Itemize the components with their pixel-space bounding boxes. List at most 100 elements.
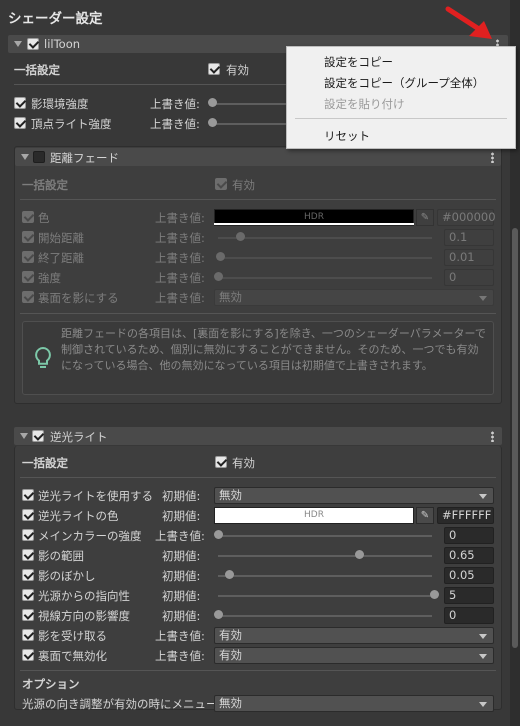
slider-knob[interactable] bbox=[355, 550, 364, 559]
slider-track[interactable] bbox=[218, 595, 432, 597]
df-hex-field[interactable]: #000000 bbox=[437, 209, 496, 226]
slider-track[interactable] bbox=[218, 575, 432, 577]
override-label: 上書き値: bbox=[155, 649, 205, 663]
backlight-global-checkbox[interactable] bbox=[215, 456, 227, 468]
df-end-field[interactable]: 0.01 bbox=[444, 249, 494, 266]
row-checkbox[interactable] bbox=[22, 211, 34, 223]
global-enable-checkbox[interactable] bbox=[208, 63, 220, 75]
scrollbar-thumb[interactable] bbox=[512, 228, 518, 648]
slider-track[interactable] bbox=[218, 257, 432, 259]
backlight-checkbox[interactable] bbox=[32, 430, 44, 442]
default-label: 初期値: bbox=[162, 549, 201, 563]
slider-track[interactable] bbox=[218, 277, 432, 279]
bl-directivity-field[interactable]: 5 bbox=[444, 587, 494, 604]
window-title: シェーダー設定 bbox=[8, 11, 103, 27]
df-strength-label: 強度 bbox=[38, 271, 61, 285]
slider-knob[interactable] bbox=[430, 590, 439, 599]
divider bbox=[20, 477, 496, 478]
bl-use-dropdown[interactable]: 無効 bbox=[214, 487, 494, 504]
slider-knob[interactable] bbox=[214, 272, 223, 281]
slider-knob[interactable] bbox=[236, 232, 245, 241]
info-text: 距離フェードの各項目は、[裏面を影にする]を除き、一つのシェーダーパラメーターで… bbox=[61, 327, 486, 372]
menu-item-copy[interactable]: 設定をコピー bbox=[324, 54, 393, 70]
override-label: 上書き値: bbox=[155, 251, 205, 265]
bl-main-strength-label: メインカラーの強度 bbox=[38, 529, 142, 543]
row-checkbox[interactable] bbox=[22, 629, 34, 641]
collapse-triangle-icon[interactable] bbox=[14, 41, 22, 47]
bl-blur-field[interactable]: 0.05 bbox=[444, 567, 494, 584]
slider-track[interactable] bbox=[218, 535, 432, 537]
override-label: 上書き値: bbox=[150, 97, 200, 111]
bl-receive-shadow-dropdown[interactable]: 有効 bbox=[214, 627, 494, 644]
default-label: 初期値: bbox=[162, 569, 201, 583]
collapse-triangle-icon[interactable] bbox=[20, 433, 28, 439]
override-label: 上書き値: bbox=[155, 271, 205, 285]
slider-track[interactable] bbox=[218, 555, 432, 557]
row-checkbox[interactable] bbox=[14, 97, 26, 109]
row-checkbox[interactable] bbox=[22, 271, 34, 283]
bl-view-strength-field[interactable]: 0 bbox=[444, 607, 494, 624]
menu-divider bbox=[295, 118, 507, 119]
slider-knob[interactable] bbox=[208, 98, 217, 107]
row-checkbox[interactable] bbox=[22, 589, 34, 601]
backlight-global-enable: 有効 bbox=[232, 456, 255, 470]
kebab-menu-icon[interactable] bbox=[491, 431, 494, 442]
bl-option-dropdown[interactable]: 無効 bbox=[214, 695, 494, 712]
collapse-triangle-icon[interactable] bbox=[21, 154, 29, 160]
row-checkbox[interactable] bbox=[22, 609, 34, 621]
alpha-bar bbox=[214, 223, 414, 225]
slider-track[interactable] bbox=[218, 615, 432, 617]
slider-track[interactable] bbox=[218, 237, 432, 239]
df-backface-label: 裏面を影にする bbox=[38, 291, 119, 305]
df-strength-field[interactable]: 0 bbox=[444, 269, 494, 286]
menu-item-copy-group[interactable]: 設定をコピー（グループ全体） bbox=[324, 75, 484, 91]
row-checkbox[interactable] bbox=[22, 251, 34, 263]
row-checkbox[interactable] bbox=[22, 649, 34, 661]
bl-use-label: 逆光ライトを使用する bbox=[38, 489, 153, 503]
bl-color-swatch[interactable]: HDR bbox=[214, 507, 414, 524]
df-start-field[interactable]: 0.1 bbox=[444, 229, 494, 246]
row-checkbox[interactable] bbox=[22, 509, 34, 521]
backlight-title: 逆光ライト bbox=[50, 430, 108, 444]
lightbulb-icon bbox=[35, 346, 51, 368]
shadow-env-strength-label: 影環境強度 bbox=[31, 97, 89, 111]
distance-fade-checkbox[interactable] bbox=[33, 151, 45, 163]
divider bbox=[20, 670, 496, 671]
menu-item-paste: 設定を貼り付け bbox=[324, 97, 405, 111]
slider-knob[interactable] bbox=[214, 530, 223, 539]
df-backface-dropdown[interactable]: 無効 bbox=[214, 289, 494, 306]
distance-fade-global-checkbox[interactable] bbox=[215, 178, 227, 190]
df-color-label: 色 bbox=[38, 211, 50, 225]
global-enable-label: 有効 bbox=[226, 63, 249, 77]
slider-track[interactable] bbox=[212, 123, 292, 125]
distance-fade-global-label: 一括設定 bbox=[22, 178, 68, 192]
context-menu: 設定をコピー 設定をコピー（グループ全体） 設定を貼り付け リセット bbox=[286, 46, 516, 149]
eyedropper-icon[interactable]: ✎ bbox=[416, 507, 434, 524]
bl-receive-shadow-label: 影を受け取る bbox=[38, 629, 107, 643]
slider-knob[interactable] bbox=[208, 118, 217, 127]
eyedropper-icon[interactable]: ✎ bbox=[416, 209, 434, 226]
slider-knob[interactable] bbox=[216, 252, 225, 261]
slider-knob[interactable] bbox=[214, 610, 223, 619]
slider-knob[interactable] bbox=[225, 570, 234, 579]
override-label: 上書き値: bbox=[155, 211, 205, 225]
slider-track[interactable] bbox=[212, 103, 292, 105]
row-checkbox[interactable] bbox=[22, 549, 34, 561]
row-checkbox[interactable] bbox=[22, 569, 34, 581]
row-checkbox[interactable] bbox=[14, 117, 26, 129]
bl-hex-field[interactable]: #FFFFFF bbox=[437, 507, 494, 524]
menu-item-reset[interactable]: リセット bbox=[324, 128, 370, 144]
divider bbox=[20, 199, 496, 200]
row-checkbox[interactable] bbox=[22, 529, 34, 541]
liltoon-enable-checkbox[interactable] bbox=[27, 38, 39, 50]
bl-blur-label: 影のぼかし bbox=[38, 569, 96, 583]
row-checkbox[interactable] bbox=[22, 231, 34, 243]
bl-backface-dropdown[interactable]: 有効 bbox=[214, 647, 494, 664]
bl-option-label: 光源の向き調整が有効の時にメニューを追 bbox=[22, 697, 214, 711]
backlight-global-label: 一括設定 bbox=[22, 456, 68, 470]
bl-border-field[interactable]: 0.65 bbox=[444, 547, 494, 564]
kebab-menu-icon[interactable] bbox=[491, 152, 494, 163]
bl-main-strength-field[interactable]: 0 bbox=[444, 527, 494, 544]
row-checkbox[interactable] bbox=[22, 489, 34, 501]
row-checkbox[interactable] bbox=[22, 291, 34, 303]
